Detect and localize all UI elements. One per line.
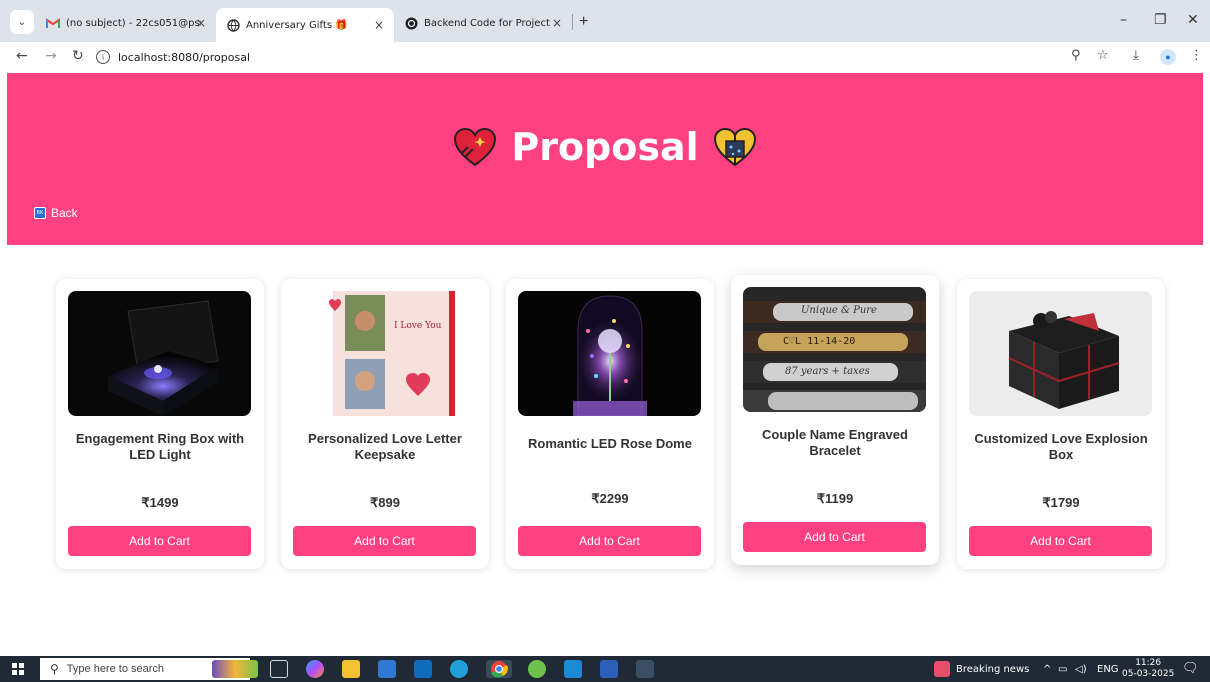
url-text: localhost:8080/proposal (118, 50, 251, 64)
product-price: ₹1799 (1042, 495, 1080, 510)
product-name: Customized Love Explosion Box (974, 431, 1148, 462)
volume-icon[interactable]: ◁) (1075, 664, 1087, 675)
product-name: Personalized Love Letter Keepsake (308, 431, 462, 462)
product-card: Unique & Pure C♡L 11-14-20 87 years + ta… (731, 275, 939, 565)
product-price: ₹1499 (141, 495, 179, 510)
bracelet-engraving-2: C♡L 11-14-20 (783, 336, 856, 347)
browser-tab-bar: ⌄ (no subject) - 22cs051@psr.edu × Anniv… (0, 0, 1210, 42)
copilot-icon[interactable] (306, 660, 324, 678)
gift-heart-icon (713, 127, 757, 167)
android-studio-icon[interactable] (528, 660, 546, 678)
bracelet-engraving-1: Unique & Pure (801, 305, 877, 316)
network-icon[interactable]: ▭ (1058, 664, 1067, 675)
tray-chevron-icon[interactable]: ^ (1043, 664, 1051, 675)
product-card: Engagement Ring Box with LED Light ₹1499… (56, 279, 264, 569)
file-explorer-icon[interactable] (342, 660, 360, 678)
windows-taskbar: ⚲ Type here to search Breaking news ^ ▭ … (0, 656, 1210, 682)
product-price: ₹2299 (591, 491, 629, 506)
love-letter-image: I Love You (293, 291, 476, 416)
product-name: Couple Name Engraved Bracelet (762, 427, 908, 458)
clock-date: 05-03-2025 (1122, 669, 1175, 679)
tab-title: Backend Code for Project (424, 17, 550, 29)
new-tab-icon[interactable]: + (579, 13, 588, 31)
minimize-icon[interactable]: – (1120, 12, 1127, 28)
snipping-tool-icon[interactable] (636, 660, 654, 678)
gmail-icon (46, 16, 60, 30)
flowers-widget-icon[interactable] (212, 660, 258, 678)
windows-start-icon[interactable] (12, 663, 24, 675)
edge-icon[interactable] (450, 660, 468, 678)
tab-gmail[interactable]: (no subject) - 22cs051@psr.edu × (36, 8, 216, 38)
sparkling-heart-icon (453, 127, 497, 167)
tab-anniversary-gifts[interactable]: Anniversary Gifts 🎁 × (216, 8, 394, 42)
page-title: Proposal (7, 125, 1203, 169)
bookmark-star-icon[interactable]: ☆ (1097, 48, 1109, 63)
close-tab-icon[interactable]: × (374, 18, 384, 32)
tab-search-button[interactable]: ⌄ (10, 10, 34, 34)
engraved-bracelet-image: Unique & Pure C♡L 11-14-20 87 years + ta… (743, 287, 926, 412)
chatgpt-icon (404, 16, 418, 30)
store-icon[interactable] (378, 660, 396, 678)
word-icon[interactable] (600, 660, 618, 678)
page-title-text: Proposal (511, 125, 699, 169)
back-button-icon: BK (34, 207, 46, 219)
restore-icon[interactable]: ❐ (1154, 12, 1167, 28)
site-info-icon[interactable]: i (96, 50, 110, 64)
add-to-cart-button[interactable]: Add to Cart (293, 526, 476, 556)
vscode-icon[interactable] (564, 660, 582, 678)
product-card: I Love You Personalized Love Letter Keep… (281, 279, 489, 569)
tab-title: Anniversary Gifts 🎁 (246, 19, 348, 31)
back-link[interactable]: BK Back (34, 206, 78, 220)
chrome-icon[interactable] (486, 660, 512, 678)
add-to-cart-button[interactable]: Add to Cart (743, 522, 926, 552)
add-to-cart-button[interactable]: Add to Cart (68, 526, 251, 556)
clock[interactable]: 11:26 05-03-2025 (1122, 658, 1174, 680)
product-price: ₹899 (370, 495, 400, 510)
bracelet-engraving-3: 87 years + taxes (785, 366, 870, 377)
led-rose-dome-image (518, 291, 701, 416)
tab-backend-code[interactable]: Backend Code for Project × (394, 8, 572, 38)
product-card: Romantic LED Rose Dome ₹2299 Add to Cart (506, 279, 714, 569)
page-header: Proposal BK Back (7, 73, 1203, 245)
add-to-cart-button[interactable]: Add to Cart (518, 526, 701, 556)
menu-dots-icon[interactable]: ⋮ (1190, 48, 1203, 63)
explosion-box-image (969, 291, 1152, 416)
news-icon[interactable] (934, 661, 950, 677)
profile-avatar-icon[interactable]: ● (1160, 49, 1176, 65)
address-bar: ← → ↻ i localhost:8080/proposal ⚲ ☆ ⤓ ● … (0, 42, 1210, 72)
forward-arrow-icon[interactable]: → (45, 48, 57, 64)
task-view-icon[interactable] (270, 660, 288, 678)
close-tab-icon[interactable]: × (196, 16, 206, 30)
search-icon: ⚲ (50, 662, 59, 676)
news-ticker[interactable]: Breaking news (956, 664, 1029, 675)
globe-icon (226, 18, 240, 32)
tab-separator (572, 14, 573, 30)
notification-icon[interactable]: 🗨 (1182, 661, 1199, 676)
zoom-icon[interactable]: ⚲ (1071, 48, 1081, 63)
back-arrow-icon[interactable]: ← (16, 48, 28, 64)
search-placeholder: Type here to search (66, 663, 165, 675)
outlook-icon[interactable] (414, 660, 432, 678)
clock-time: 11:26 (1135, 658, 1162, 668)
language-indicator[interactable]: ENG (1097, 664, 1119, 675)
love-letter-heading: I Love You (394, 321, 442, 331)
download-icon[interactable]: ⤓ (1133, 48, 1139, 63)
back-label: Back (51, 206, 78, 220)
product-name: Engagement Ring Box with LED Light (75, 431, 245, 462)
tab-title: (no subject) - 22cs051@psr.edu (66, 17, 201, 29)
close-tab-icon[interactable]: × (552, 16, 562, 30)
url-field[interactable]: i localhost:8080/proposal (96, 46, 1096, 68)
product-name: Romantic LED Rose Dome (528, 436, 692, 451)
ring-box-image (68, 291, 251, 416)
reload-icon[interactable]: ↻ (72, 48, 84, 64)
product-card: Customized Love Explosion Box ₹1799 Add … (957, 279, 1165, 569)
close-window-icon[interactable]: ✕ (1187, 12, 1199, 28)
add-to-cart-button[interactable]: Add to Cart (969, 526, 1152, 556)
product-price: ₹1199 (816, 491, 854, 506)
